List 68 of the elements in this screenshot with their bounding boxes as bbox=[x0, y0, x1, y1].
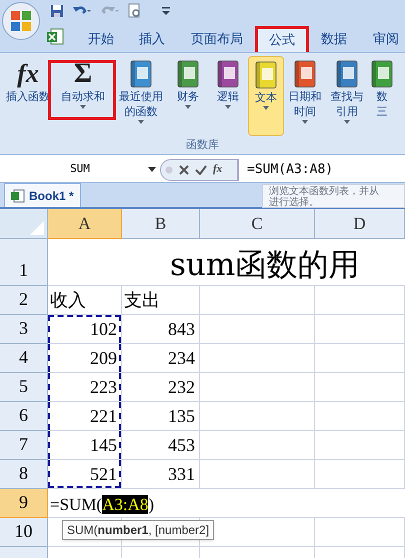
save-icon[interactable] bbox=[50, 4, 64, 18]
ribbon-tab[interactable]: 插入 bbox=[126, 26, 178, 52]
table-cell: 223 bbox=[48, 373, 122, 402]
office-logo-icon bbox=[10, 10, 32, 32]
ribbon-tab[interactable]: 审阅 bbox=[360, 26, 405, 52]
column-header[interactable]: B bbox=[122, 209, 200, 239]
ribbon-button[interactable]: 查找与 引用 bbox=[326, 56, 368, 136]
column-header[interactable]: A bbox=[48, 209, 122, 239]
title-text: sum函数的用 bbox=[170, 246, 360, 284]
ribbon-button[interactable]: 文本 bbox=[248, 56, 284, 136]
row-header[interactable]: 10 bbox=[0, 518, 48, 547]
ribbon-button[interactable]: 逻辑 bbox=[208, 56, 248, 136]
table-cell: 234 bbox=[122, 344, 200, 373]
ribbon-button[interactable]: 数 三 bbox=[368, 56, 396, 136]
row-header[interactable]: 8 bbox=[0, 460, 48, 489]
caret-icon[interactable] bbox=[148, 166, 156, 172]
formula-field[interactable]: =SUM(A3:A8) bbox=[238, 158, 405, 180]
row-header[interactable]: 5 bbox=[0, 373, 48, 402]
screen-tip: 浏览文本函数列表，并从 进行选择。 bbox=[262, 184, 405, 208]
workbook-tab[interactable]: Book1 * bbox=[4, 183, 81, 207]
book-icon bbox=[175, 58, 201, 90]
table-cell: 453 bbox=[122, 431, 200, 460]
book-icon bbox=[128, 58, 154, 90]
ribbon-tab[interactable]: 公式 bbox=[256, 26, 308, 52]
book-icon bbox=[292, 58, 318, 90]
table-cell: 843 bbox=[122, 315, 200, 344]
row-header[interactable]: 7 bbox=[0, 431, 48, 460]
ribbon-tab[interactable]: 页面布局 bbox=[178, 26, 256, 52]
function-tooltip: SUM(number1, [number2] bbox=[62, 520, 214, 540]
table-cell: 135 bbox=[122, 402, 200, 431]
ribbon-button[interactable]: 日期和 时间 bbox=[284, 56, 326, 136]
name-box[interactable]: SUM bbox=[0, 158, 160, 180]
circle-icon bbox=[165, 166, 173, 174]
table-cell: 221 bbox=[48, 402, 122, 431]
customize-caret-icon[interactable] bbox=[162, 6, 170, 16]
row-header[interactable]: 6 bbox=[0, 402, 48, 431]
print-preview-icon[interactable] bbox=[128, 3, 142, 19]
cancel-icon[interactable] bbox=[179, 164, 189, 174]
book-icon bbox=[215, 58, 241, 90]
office-button[interactable] bbox=[2, 2, 40, 40]
row-header[interactable]: 3 bbox=[0, 315, 48, 344]
row-header[interactable]: 4 bbox=[0, 344, 48, 373]
triangle-icon bbox=[30, 221, 44, 235]
book-icon bbox=[369, 58, 395, 90]
insert-function-button[interactable]: fx bbox=[213, 161, 222, 178]
column-header[interactable]: C bbox=[200, 209, 315, 239]
table-cell: 331 bbox=[122, 460, 200, 489]
ribbon-tab[interactable]: 数据 bbox=[308, 26, 360, 52]
table-cell: 收入 bbox=[48, 286, 122, 315]
table-cell: 145 bbox=[48, 431, 122, 460]
enter-icon[interactable] bbox=[195, 164, 207, 174]
row-header[interactable]: 2 bbox=[0, 286, 48, 315]
row-header[interactable]: 9 bbox=[0, 489, 48, 518]
excel-file-icon bbox=[11, 188, 25, 202]
table-cell: 521 bbox=[48, 460, 122, 489]
ribbon-button[interactable]: 财务 bbox=[168, 56, 208, 136]
row-header[interactable]: 1 bbox=[0, 239, 48, 286]
ribbon-tab[interactable]: 开始 bbox=[76, 26, 126, 52]
table-cell: 232 bbox=[122, 373, 200, 402]
group-label: 函数库 bbox=[185, 138, 220, 153]
ribbon-button[interactable]: 最近使用 的函数 bbox=[114, 56, 168, 136]
table-cell: 209 bbox=[48, 344, 122, 373]
formula-edit-text[interactable]: =SUM(A3:A8) bbox=[50, 492, 154, 518]
table-cell: 102 bbox=[48, 315, 122, 344]
book-icon bbox=[334, 58, 360, 90]
book-icon bbox=[253, 59, 279, 91]
column-header[interactable]: D bbox=[315, 209, 405, 239]
table-cell: 支出 bbox=[122, 286, 200, 315]
